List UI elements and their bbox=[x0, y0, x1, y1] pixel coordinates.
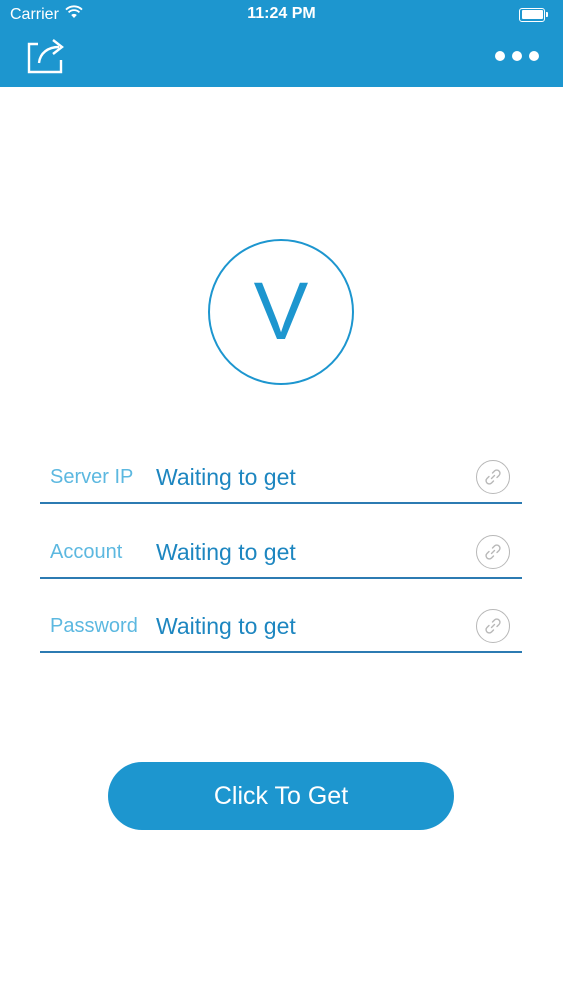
field-value: Waiting to get bbox=[156, 613, 296, 639]
more-button[interactable] bbox=[495, 46, 539, 66]
link-icon bbox=[485, 469, 501, 485]
app-logo: V bbox=[208, 239, 354, 385]
more-dot bbox=[512, 51, 522, 61]
status-time: 11:24 PM bbox=[247, 5, 316, 22]
copy-server-ip-button[interactable] bbox=[476, 460, 510, 494]
field-account: Account Waiting to get bbox=[40, 527, 522, 579]
nav-bar bbox=[0, 30, 563, 87]
link-icon bbox=[485, 544, 501, 560]
status-bar: Carrier 11:24 PM bbox=[0, 0, 563, 30]
field-label: Account bbox=[50, 541, 123, 563]
field-password: Password Waiting to get bbox=[40, 601, 522, 653]
share-button[interactable] bbox=[24, 36, 68, 76]
copy-account-button[interactable] bbox=[476, 535, 510, 569]
link-icon bbox=[485, 618, 501, 634]
logo-letter: V bbox=[253, 266, 309, 357]
field-value: Waiting to get bbox=[156, 464, 296, 490]
click-to-get-button[interactable]: Click To Get bbox=[108, 762, 454, 830]
battery-full-icon bbox=[519, 7, 549, 22]
share-icon bbox=[27, 39, 64, 74]
more-dots-icon bbox=[495, 51, 505, 61]
field-label: Password bbox=[50, 615, 138, 637]
top-bar: Carrier 11:24 PM bbox=[0, 0, 563, 87]
more-dot bbox=[529, 51, 539, 61]
field-label: Server IP bbox=[50, 466, 134, 488]
field-server-ip: Server IP Waiting to get bbox=[40, 452, 522, 504]
field-value: Waiting to get bbox=[156, 539, 296, 565]
copy-password-button[interactable] bbox=[476, 609, 510, 643]
